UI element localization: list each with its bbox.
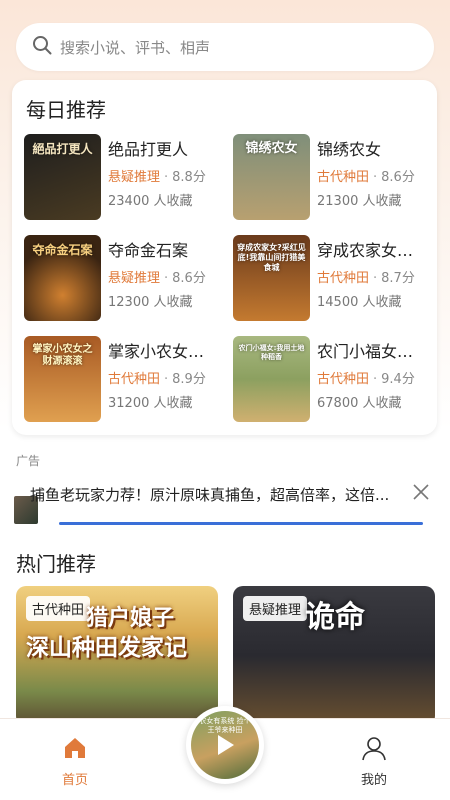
hot-card-title: 深山种田发家记 [26,635,187,661]
daily-recommend-title: 每日推荐 [26,98,106,122]
hot-recommend-title: 热门推荐 [16,552,96,576]
book-meta: 古代种田 · 8.6分 [317,170,415,185]
book-score: 9.4分 [381,372,415,387]
book-item[interactable]: 掌家小农女之财源滚滚 掌家小农女… 古代种田 · 8.9分 31200 人收藏 [24,336,224,424]
search-input[interactable]: 搜索小说、评书、相声 [60,37,210,58]
daily-recommend-panel: 每日推荐 絕品打更人 绝品打更人 悬疑推理 · 8.8分 23400 人收藏 锦绣农… [12,80,437,435]
book-cover: 农门小福女:我用土地种稻香 [233,336,310,422]
book-meta: 古代种田 · 8.9分 [108,372,206,387]
book-favorites: 12300 人收藏 [108,295,193,310]
user-icon [361,737,387,765]
book-category: 古代种田 [317,372,370,387]
book-favorites: 21300 人收藏 [317,194,402,209]
book-title: 农门小福女… [317,342,414,361]
book-category: 古代种田 [317,170,370,185]
hot-card-title: 诡命 [305,600,365,635]
book-title: 掌家小农女… [108,342,205,361]
book-item[interactable]: 夺命金石案 夺命金石案 悬疑推理 · 8.6分 12300 人收藏 [24,235,224,323]
book-category: 悬疑推理 [108,271,161,286]
hot-card[interactable]: 悬疑推理 诡命 [233,586,435,726]
book-meta: 古代种田 · 8.7分 [317,271,415,286]
close-icon[interactable] [412,482,430,506]
book-title: 绝品打更人 [108,140,189,159]
book-item[interactable]: 农门小福女:我用土地种稻香 农门小福女… 古代种田 · 9.4分 67800 人收藏 [233,336,433,424]
book-category: 悬疑推理 [108,170,161,185]
book-item[interactable]: 絕品打更人 绝品打更人 悬疑推理 · 8.8分 23400 人收藏 [24,134,224,222]
book-title: 夺命金石案 [108,241,189,260]
ad-label: 广告 [16,454,41,468]
ad-text[interactable]: 捕鱼老玩家力荐！原汁原味真捕鱼，超高倍率，这倍... [30,484,424,505]
book-score: 8.6分 [381,170,415,185]
book-score: 8.8分 [172,170,206,185]
book-item[interactable]: 穿成农家女?采红见底!我靠山间打猎美食城 穿成农家女… 古代种田 · 8.7分 14… [233,235,433,323]
book-score: 8.6分 [172,271,206,286]
search-bar[interactable]: 搜索小说、评书、相声 [16,23,434,71]
tab-mine-label: 我的 [360,773,387,788]
book-meta: 古代种田 · 9.4分 [317,372,415,387]
book-category: 古代种田 [108,372,161,387]
book-meta: 悬疑推理 · 8.6分 [108,271,206,286]
book-favorites: 14500 人收藏 [317,295,402,310]
hot-card[interactable]: 古代种田 猎户娘子 深山种田发家记 [16,586,218,726]
book-cover: 絕品打更人 [24,134,101,220]
book-title: 锦绣农女 [317,140,382,159]
book-item[interactable]: 锦绣农女 锦绣农女 古代种田 · 8.6分 21300 人收藏 [233,134,433,222]
book-cover: 穿成农家女?采红见底!我靠山间打猎美食城 [233,235,310,321]
tab-home-label: 首页 [61,773,88,788]
book-cover: 锦绣农女 [233,134,310,220]
player-disc-text: 农女有系统 捡个王爷来种田 [199,717,251,734]
book-score: 8.7分 [381,271,415,286]
hot-card-tag: 悬疑推理 [243,596,308,621]
book-title: 穿成农家女… [317,241,414,260]
tab-home[interactable]: 首页 [45,735,105,788]
player-button[interactable]: 农女有系统 捡个王爷来种田 [186,706,264,784]
book-cover: 夺命金石案 [24,235,101,321]
search-icon [32,35,52,59]
book-favorites: 31200 人收藏 [108,396,193,411]
player-disc: 农女有系统 捡个王爷来种田 [191,711,259,779]
hot-card-tag: 古代种田 [26,596,91,621]
book-score: 8.9分 [172,372,206,387]
ad-banner[interactable]: 捕鱼老玩家力荐！原汁原味真捕鱼，超高倍率，这倍... [14,478,434,525]
book-meta: 悬疑推理 · 8.8分 [108,170,206,185]
ad-progress-bar [59,522,423,525]
play-icon [218,735,234,755]
book-favorites: 23400 人收藏 [108,194,193,209]
tab-mine[interactable]: 我的 [344,735,404,788]
book-cover: 掌家小农女之财源滚滚 [24,336,101,422]
home-icon [62,738,88,765]
book-category: 古代种田 [317,271,370,286]
book-favorites: 67800 人收藏 [317,396,402,411]
